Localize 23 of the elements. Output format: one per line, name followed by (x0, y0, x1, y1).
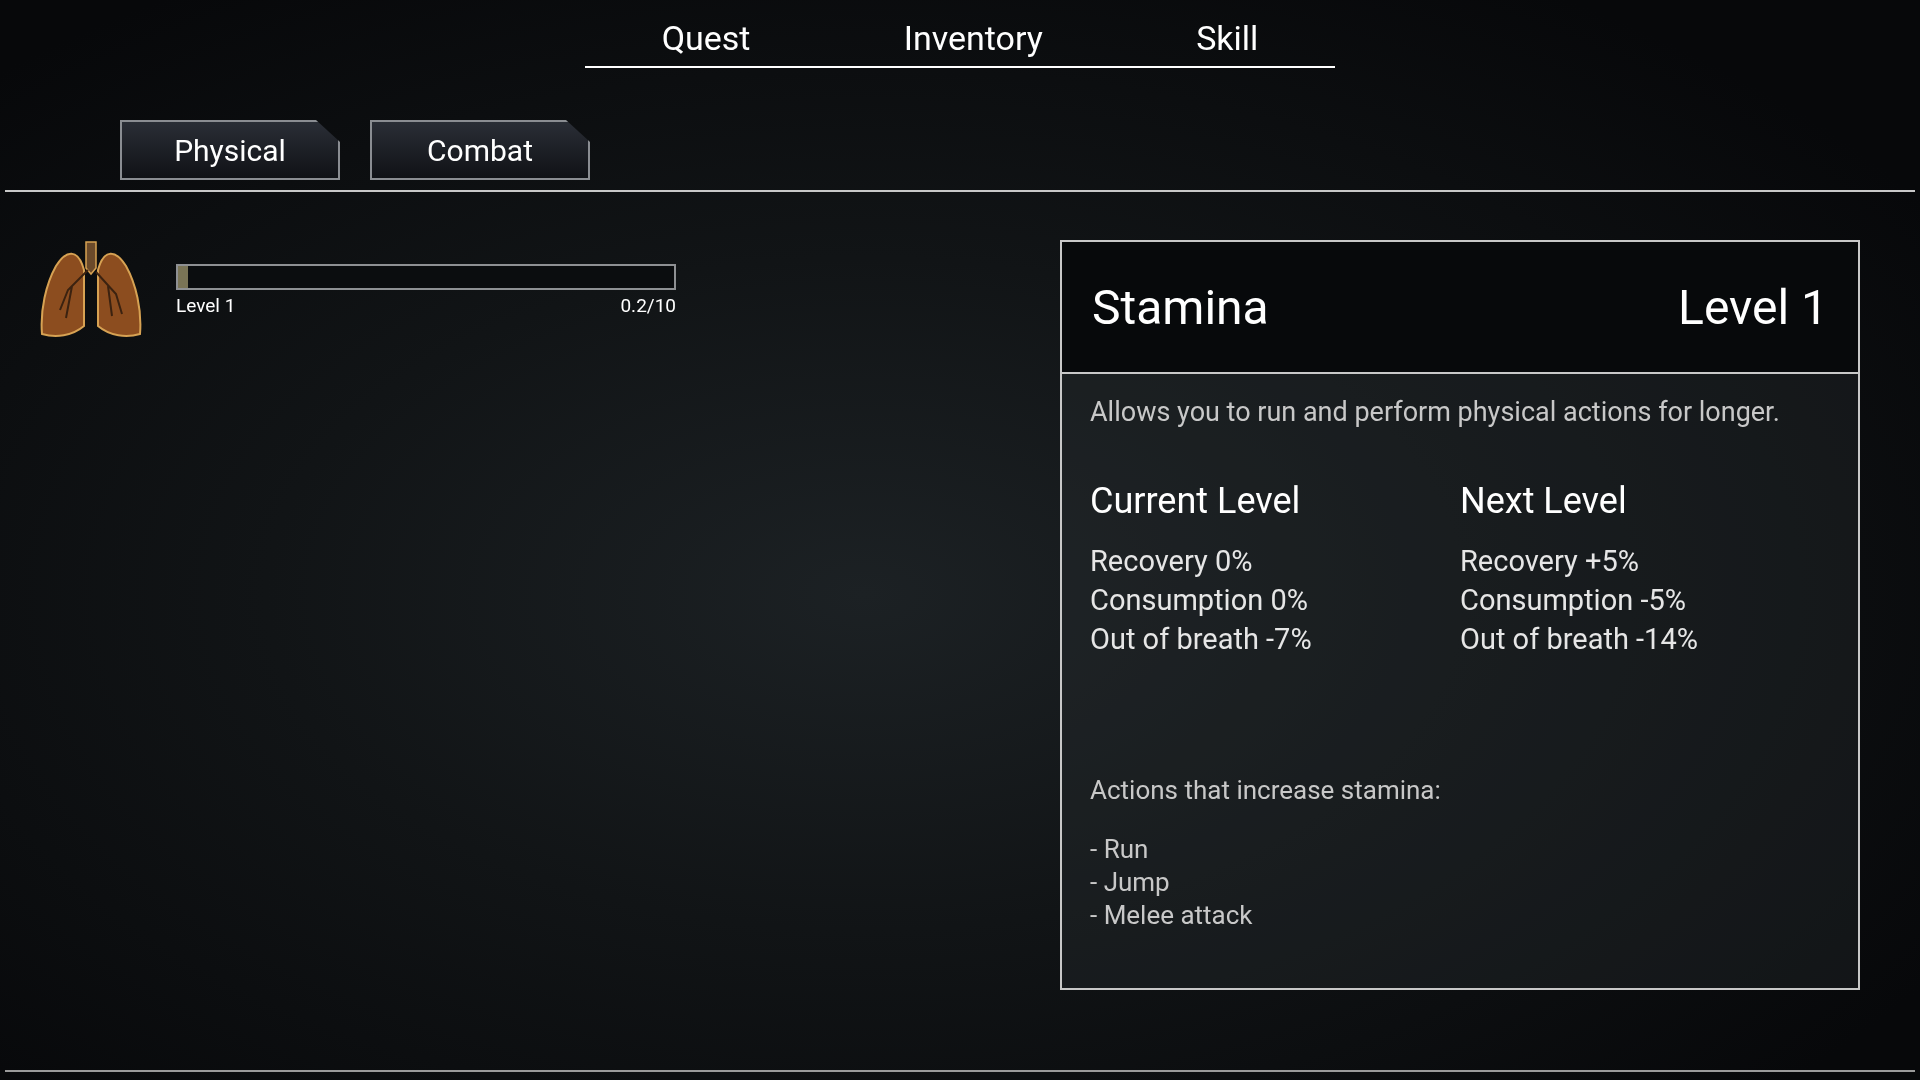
stat-line: Consumption -5% (1460, 582, 1687, 619)
skill-level: Level 1 (1678, 278, 1828, 336)
progress-text: 0.2/10 (620, 294, 676, 317)
category-tab[interactable]: Combat (370, 120, 590, 180)
action-item: - Melee attack (1090, 899, 1254, 932)
column-heading: Next Level (1460, 480, 1628, 522)
column-heading: Current Level (1090, 480, 1302, 522)
main-tab[interactable]: Quest (641, 18, 771, 58)
stat-line: Recovery +5% (1460, 543, 1640, 580)
main-tab[interactable]: Skill (1176, 18, 1279, 58)
actions-heading: Actions that increase stamina: (1090, 775, 1442, 805)
main-tab[interactable]: Inventory (883, 18, 1063, 58)
stat-line: Out of breath -7% (1090, 621, 1313, 658)
stat-line: Consumption 0% (1090, 582, 1309, 619)
category-tab[interactable]: Physical (120, 120, 340, 180)
action-item: - Jump (1090, 866, 1171, 899)
skill-title: Stamina (1092, 278, 1269, 336)
skill-description: Allows you to run and perform physical actions for longer. (1090, 396, 1781, 428)
stat-line: Recovery 0% (1090, 543, 1254, 580)
stat-line: Out of breath -14% (1460, 621, 1699, 658)
level-label: Level 1 (176, 294, 236, 317)
action-item: - Run (1090, 833, 1150, 866)
lungs-icon (38, 240, 144, 340)
